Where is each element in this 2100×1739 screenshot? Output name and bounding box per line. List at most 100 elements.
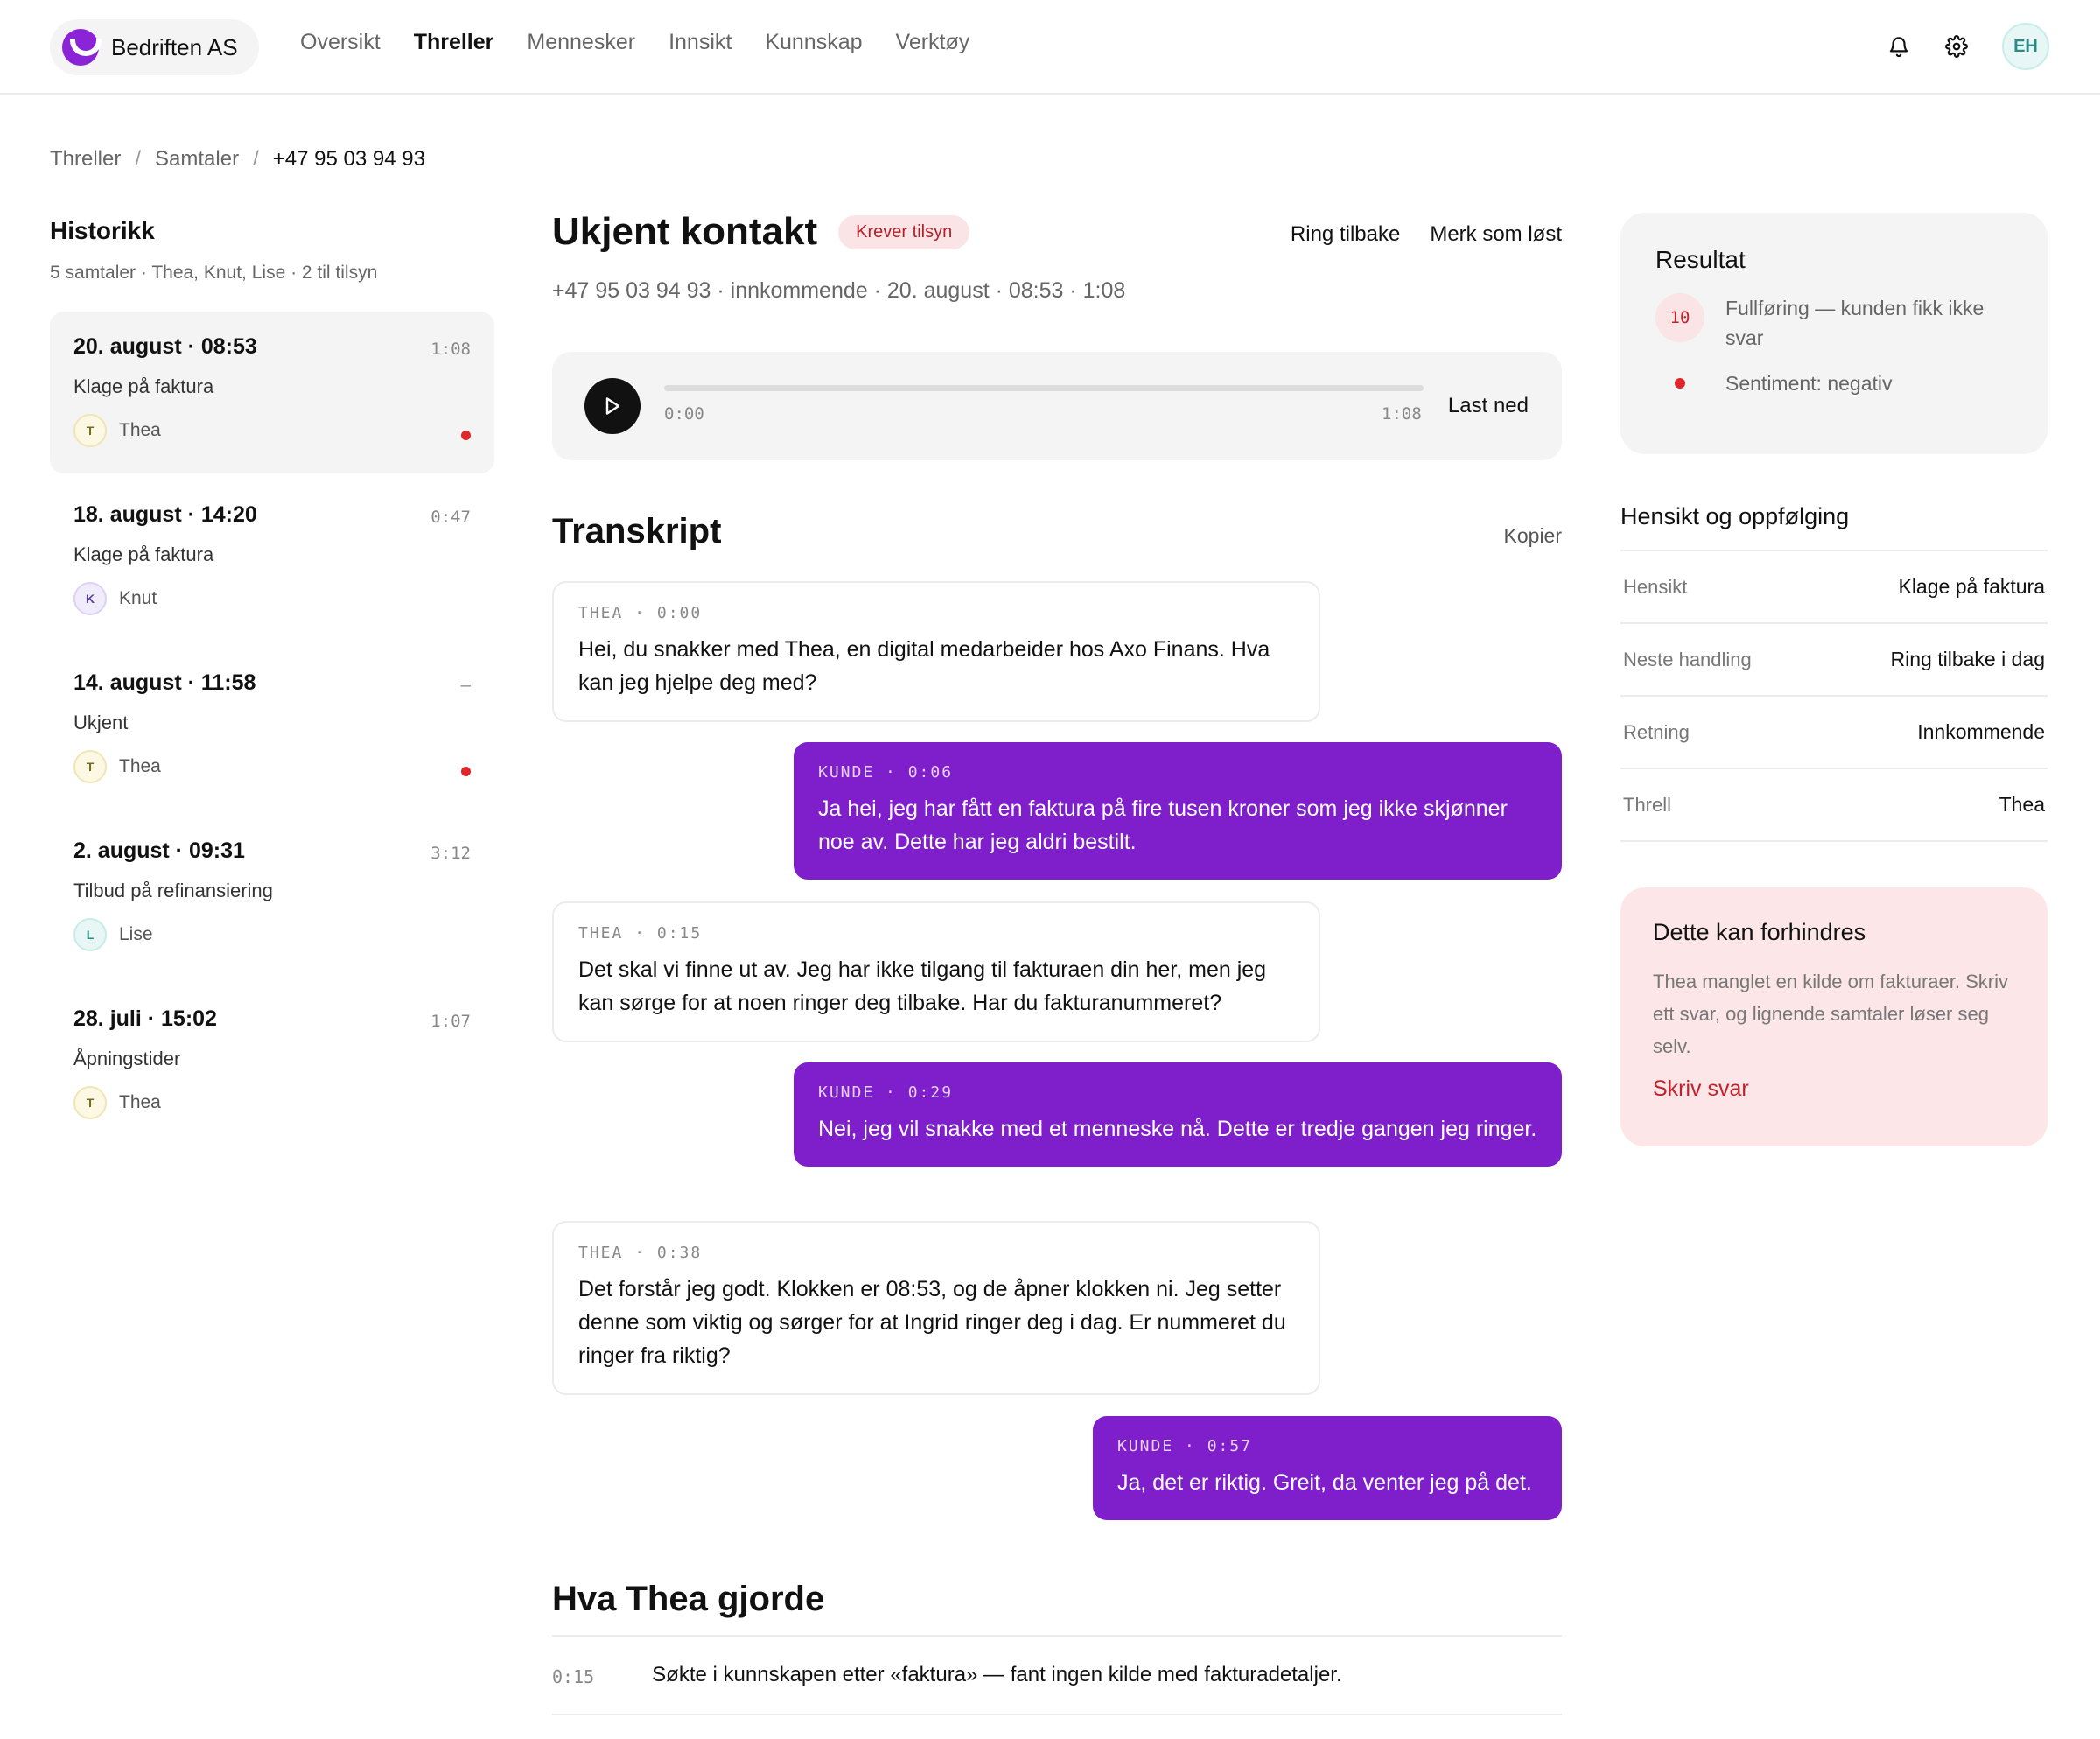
attention-dot-icon [461, 431, 471, 440]
history-item-duration: 3:12 [430, 844, 471, 863]
actions-title: Hva Thea gjorde [552, 1580, 825, 1618]
completion-row: 10 Fullføring — kunden fikk ikke svar [1656, 293, 2012, 353]
agent-avatar: T [74, 414, 107, 447]
audio-time-end: 1:08 [1382, 404, 1422, 424]
history-item[interactable]: 18. august · 14:20 0:47 Klage på faktura… [50, 480, 494, 642]
message-text: Ja, det er riktig. Greit, da venter jeg … [1117, 1470, 1532, 1495]
breadcrumb-threller[interactable]: Threller [50, 147, 121, 172]
intent-value: Ring tilbake i dag [1890, 648, 2045, 670]
play-button[interactable] [584, 378, 640, 434]
agent-name: Thea [119, 420, 161, 440]
message-header: THEA · 0:15 [578, 924, 703, 943]
sentiment-row: Sentiment: negativ [1656, 368, 2012, 398]
conversation-panel: Ukjent kontakt Krever tilsyn Ring tilbak… [552, 210, 1562, 1715]
intent-value: Klage på faktura [1898, 575, 2045, 598]
divider [552, 1635, 1562, 1637]
gear-icon[interactable] [1944, 34, 1969, 59]
intent-value: Innkommende [1917, 720, 2045, 743]
intent-row: Threll Thea [1620, 769, 2048, 842]
breadcrumb-separator: / [253, 147, 259, 171]
action-row: 0:15 Søkte i kunnskapen etter «faktura» … [552, 1663, 1562, 1687]
agent-name: Thea [119, 1092, 161, 1112]
message-text: Ja hei, jeg har fått en faktura på fire … [818, 796, 1508, 854]
mark-resolved-button[interactable]: Merk som løst [1430, 222, 1562, 247]
nav-oversikt[interactable]: Oversikt [300, 30, 381, 55]
history-item-topic: Åpningstider [74, 1048, 181, 1069]
transcript-message-agent: THEA · 0:38 Det forstår jeg godt. Klokke… [552, 1221, 1320, 1395]
transcript-header: Transkript Kopier [552, 512, 1562, 551]
call-back-button[interactable]: Ring tilbake [1291, 222, 1400, 247]
audio-player: 0:00 1:08 Last ned [552, 352, 1562, 460]
transcript-message-agent: THEA · 0:00 Hei, du snakker med Thea, en… [552, 581, 1320, 722]
intent-key: Hensikt [1623, 575, 1688, 598]
message-text: Hei, du snakker med Thea, en digital med… [578, 637, 1270, 695]
intent-key: Neste handling [1623, 648, 1752, 670]
history-item-agent: T Thea [74, 750, 471, 783]
history-item-agent: L Lise [74, 918, 471, 951]
message-header: THEA · 0:38 [578, 1244, 703, 1262]
top-bar: Bedriften AS Oversikt Threller Mennesker… [0, 0, 2100, 95]
user-avatar[interactable]: EH [2002, 23, 2049, 70]
history-item-topic: Ukjent [74, 712, 129, 733]
audio-scrubber[interactable] [664, 385, 1424, 391]
download-button[interactable]: Last ned [1448, 394, 1529, 418]
intent-key: Retning [1623, 720, 1690, 743]
message-header: THEA · 0:00 [578, 604, 703, 622]
result-card: Resultat 10 Fullføring — kunden fikk ikk… [1620, 213, 2048, 454]
history-item[interactable]: 14. august · 11:58 – Ukjent T Thea [50, 648, 494, 810]
actions-header: Hva Thea gjorde [552, 1580, 1562, 1619]
message-text: Det skal vi finne ut av. Jeg har ikke ti… [578, 957, 1267, 1015]
prevention-text: Thea manglet en kilde om fakturaer. Skri… [1653, 971, 2008, 1057]
action-time: 0:15 [552, 1666, 595, 1687]
history-item-agent: K Knut [74, 582, 471, 615]
intent-title: Hensikt og oppfølging [1620, 503, 1850, 529]
history-item-date: 20. august · 08:53 [74, 334, 257, 359]
breadcrumb-current: +47 95 03 94 93 [272, 147, 425, 171]
nav-threller[interactable]: Threller [414, 30, 494, 55]
copy-button[interactable]: Kopier [1504, 524, 1562, 548]
message-header: KUNDE · 0:57 [1117, 1437, 1253, 1455]
divider [552, 1714, 1562, 1715]
agent-name: Thea [119, 756, 161, 776]
nav-verktoy[interactable]: Verktøy [896, 30, 970, 55]
intent-row: Retning Innkommende [1620, 697, 2048, 769]
message-header: KUNDE · 0:29 [818, 1083, 954, 1102]
breadcrumb-samtaler[interactable]: Samtaler [155, 147, 239, 172]
contact-meta: +47 95 03 94 93 · innkommende · 20. augu… [552, 278, 1126, 303]
history-item-agent: T Thea [74, 414, 471, 447]
intent-row: Neste handling Ring tilbake i dag [1620, 624, 2048, 697]
history-item-duration: – [460, 676, 471, 695]
bell-icon[interactable] [1886, 34, 1911, 59]
result-title: Resultat [1656, 246, 1746, 273]
attention-dot-icon [461, 767, 471, 776]
completion-text: Fullføring — kunden fikk ikke svar [1726, 297, 1984, 349]
score-badge: 10 [1656, 293, 1704, 342]
nav-kunnskap[interactable]: Kunnskap [765, 30, 862, 55]
history-item-date: 14. august · 11:58 [74, 670, 256, 695]
history-item-agent: T Thea [74, 1086, 471, 1119]
nav-mennesker[interactable]: Mennesker [527, 30, 635, 55]
intent-list: Hensikt Klage på faktura Neste handling … [1620, 550, 2048, 842]
history-list: 20. august · 08:53 1:08 Klage på faktura… [50, 312, 494, 1146]
history-item[interactable]: 2. august · 09:31 3:12 Tilbud på refinan… [50, 816, 494, 978]
history-item-date: 18. august · 14:20 [74, 502, 257, 527]
history-title: Historikk [50, 217, 155, 244]
history-item[interactable]: 28. juli · 15:02 1:07 Åpningstider T The… [50, 984, 494, 1146]
contact-actions: Ring tilbake Merk som løst [1291, 222, 1562, 247]
transcript-message-customer: KUNDE · 0:57 Ja, det er riktig. Greit, d… [1093, 1416, 1562, 1520]
brand-switcher[interactable]: Bedriften AS [50, 19, 259, 75]
agent-avatar: L [74, 918, 107, 951]
write-answer-link[interactable]: Skriv svar [1653, 1076, 2015, 1102]
agent-avatar: K [74, 582, 107, 615]
message-header: KUNDE · 0:06 [818, 763, 954, 782]
nav-innsikt[interactable]: Innsikt [668, 30, 732, 55]
transcript-message-customer: KUNDE · 0:06 Ja hei, jeg har fått en fak… [794, 742, 1562, 880]
agent-avatar: T [74, 750, 107, 783]
history-item-date: 28. juli · 15:02 [74, 1006, 217, 1031]
breadcrumb: Threller / Samtaler / +47 95 03 94 93 [50, 147, 425, 172]
transcript-title: Transkript [552, 512, 722, 550]
history-panel: Historikk 5 samtaler · Thea, Knut, Lise … [50, 217, 494, 1152]
history-item[interactable]: 20. august · 08:53 1:08 Klage på faktura… [50, 312, 494, 473]
main-nav: Oversikt Threller Mennesker Innsikt Kunn… [300, 30, 970, 55]
brand-name: Bedriften AS [111, 33, 238, 60]
